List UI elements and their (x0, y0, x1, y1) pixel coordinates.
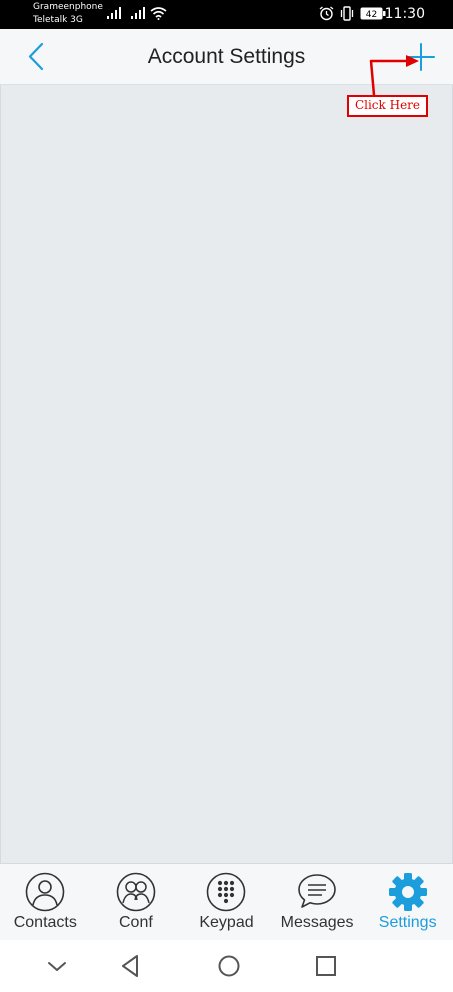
nav-item-messages[interactable]: Messages (272, 864, 363, 940)
battery-level-text: 42 (366, 10, 377, 20)
wifi-icon (150, 7, 167, 20)
nav-label-contacts: Contacts (13, 914, 77, 931)
signal-strength-icon (131, 7, 145, 19)
nav-item-conf[interactable]: Conf (91, 864, 182, 940)
nav-item-contacts[interactable]: Contacts (0, 864, 91, 940)
group-icon (116, 872, 156, 912)
nav-item-keypad[interactable]: Keypad (181, 864, 272, 940)
click-here-annotation: Click Here (347, 95, 428, 117)
chevron-down-icon[interactable] (43, 952, 71, 980)
app-header: Account Settings (0, 29, 453, 85)
alarm-icon (319, 6, 334, 21)
battery-icon: 42 (360, 7, 386, 20)
page-title: Account Settings (147, 45, 306, 68)
home-circle-icon[interactable] (215, 952, 243, 980)
nav-label-messages: Messages (280, 914, 354, 931)
bottom-navigation: Contacts Conf Keypad Messages Settings (0, 863, 453, 940)
back-triangle-icon[interactable] (117, 952, 145, 980)
gear-icon (388, 873, 427, 911)
nav-label-keypad: Keypad (199, 914, 254, 931)
account-list-area (0, 85, 453, 863)
status-bar: Grameenphone Teletalk 3G 42 11:30 (0, 0, 453, 29)
nav-label-settings: Settings (378, 914, 437, 931)
person-icon (25, 872, 65, 912)
chat-bubble-icon (298, 874, 336, 908)
keypad-icon (207, 872, 246, 912)
plus-icon (407, 43, 435, 71)
recent-apps-icon[interactable] (312, 952, 340, 980)
signal-strength-icon (107, 7, 121, 19)
nav-item-settings[interactable]: Settings (362, 864, 453, 940)
add-account-button[interactable] (404, 40, 438, 74)
vibrate-icon (340, 6, 354, 21)
nav-label-conf: Conf (118, 914, 153, 931)
carrier-name-primary: Grameenphone (33, 2, 103, 12)
phone-screen: Grameenphone Teletalk 3G 42 11:30 Accoun… (0, 0, 453, 992)
system-navigation-bar (0, 940, 453, 992)
clock-time: 11:30 (384, 6, 425, 22)
carrier-name-secondary: Teletalk 3G (33, 15, 83, 25)
